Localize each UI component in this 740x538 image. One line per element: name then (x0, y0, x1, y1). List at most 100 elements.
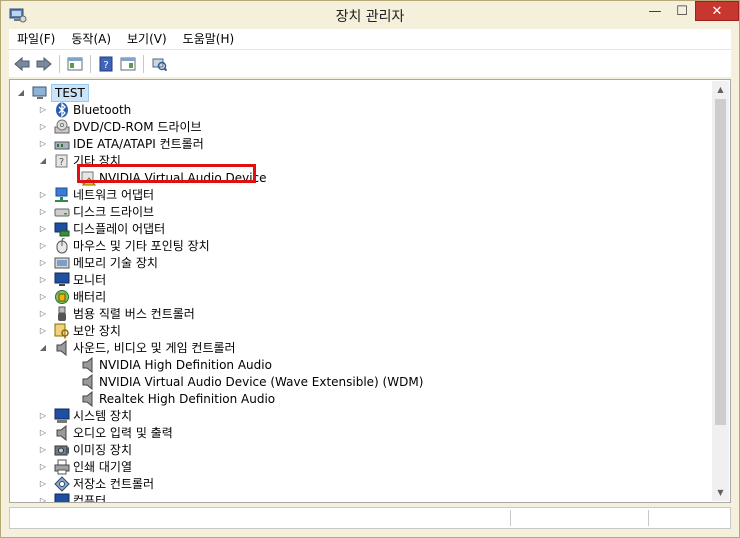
menu-action[interactable]: 동작(A) (63, 29, 119, 49)
tree-item-mice[interactable]: ▷ 마우스 및 기타 포인팅 장치 (38, 237, 210, 254)
help-icon[interactable]: ? (97, 55, 115, 73)
tree-item-system-devices[interactable]: ▷ 시스템 장치 (38, 407, 132, 424)
collapsed-arrow-icon[interactable]: ▷ (38, 428, 48, 438)
tree-item-label: Bluetooth (73, 102, 132, 117)
tree-item-label: 저장소 컨트롤러 (73, 476, 155, 491)
tree-item-audio-inputs-outputs[interactable]: ▷ 오디오 입력 및 출력 (38, 424, 173, 441)
security-key-icon (54, 323, 70, 339)
display-adapter-icon (54, 221, 70, 237)
tree-item-label: 시스템 장치 (73, 408, 133, 423)
computer-icon (54, 493, 70, 502)
menu-file[interactable]: 파일(F) (9, 29, 63, 49)
expanded-arrow-icon[interactable]: ◢ (16, 88, 26, 98)
tree-item-usb-controllers[interactable]: ▷ 범용 직렬 버스 컨트롤러 (38, 305, 195, 322)
tree-item-display-adapters[interactable]: ▷ 디스플레이 어댑터 (38, 220, 165, 237)
menu-bar: 파일(F) 동작(A) 보기(V) 도움말(H) (9, 29, 731, 49)
expanded-arrow-icon[interactable]: ◢ (38, 156, 48, 166)
tree-item-memory-technology-devices[interactable]: ▷ 메모리 기술 장치 (38, 254, 158, 271)
tree-item-dvd-cdrom[interactable]: ▷ DVD/CD-ROM 드라이브 (38, 118, 202, 135)
forward-arrow-icon[interactable] (35, 55, 53, 73)
tree-item-label: 인쇄 대기열 (73, 459, 133, 474)
tree-item-bluetooth[interactable]: ▷ Bluetooth (38, 101, 131, 118)
tree-item-disk-drives[interactable]: ▷ 디스크 드라이브 (38, 203, 154, 220)
ide-controller-icon (54, 136, 70, 152)
scroll-down-arrow-icon[interactable]: ▼ (712, 484, 729, 501)
collapsed-arrow-icon[interactable]: ▷ (38, 479, 48, 489)
toolbar: ? (9, 49, 731, 77)
tree-item-print-queues[interactable]: ▷ 인쇄 대기열 (38, 458, 132, 475)
window-title: 장치 관리자 (335, 9, 405, 25)
tree-item-monitors[interactable]: ▷ 모니터 (38, 271, 106, 288)
status-divider (510, 510, 511, 526)
title-bar[interactable]: 장치 관리자 — ☐ ✕ (1, 1, 739, 31)
collapsed-arrow-icon[interactable]: ▷ (38, 462, 48, 472)
tree-item-realtek-hd-audio[interactable]: Realtek High Definition Audio (64, 390, 275, 407)
tree-item-label: 보안 장치 (73, 323, 121, 338)
collapsed-arrow-icon[interactable]: ▷ (38, 275, 48, 285)
tree-item-security-devices[interactable]: ▷ 보안 장치 (38, 322, 121, 339)
tree-item-label: 범용 직렬 버스 컨트롤러 (73, 306, 195, 321)
tree-root[interactable]: ◢ TEST (16, 83, 89, 102)
collapsed-arrow-icon[interactable]: ▷ (38, 190, 48, 200)
monitor-icon (54, 272, 70, 288)
scrollbar-thumb[interactable] (715, 99, 726, 425)
tree-item-label: 모니터 (73, 272, 107, 287)
properties-icon[interactable] (119, 55, 137, 73)
status-divider (648, 510, 649, 526)
collapsed-arrow-icon[interactable]: ▷ (38, 258, 48, 268)
vertical-scrollbar[interactable]: ▲ ▼ (712, 81, 729, 501)
svg-text:?: ? (103, 60, 108, 71)
collapsed-arrow-icon[interactable]: ▷ (38, 224, 48, 234)
tree-item-network-adapters[interactable]: ▷ 네트워크 어댑터 (38, 186, 154, 203)
usb-icon (54, 306, 70, 322)
collapsed-arrow-icon[interactable]: ▷ (38, 445, 48, 455)
collapsed-arrow-icon[interactable]: ▷ (38, 122, 48, 132)
minimize-button[interactable]: — (641, 1, 669, 21)
toolbar-separator (59, 54, 60, 73)
toolbar-separator (143, 54, 144, 73)
collapsed-arrow-icon[interactable]: ▷ (38, 139, 48, 149)
memory-icon (54, 255, 70, 271)
expanded-arrow-icon[interactable]: ◢ (38, 343, 48, 353)
menu-view[interactable]: 보기(V) (119, 29, 175, 49)
speaker-icon (80, 390, 96, 407)
device-manager-window: 장치 관리자 — ☐ ✕ 파일(F) 동작(A) 보기(V) 도움말(H) ? (0, 0, 740, 538)
collapsed-arrow-icon[interactable]: ▷ (38, 496, 48, 502)
tree-item-ide-ata[interactable]: ▷ IDE ATA/ATAPI 컨트롤러 (38, 135, 204, 152)
scroll-up-arrow-icon[interactable]: ▲ (712, 81, 729, 98)
tree-item-label: 네트워크 어댑터 (73, 187, 155, 202)
collapsed-arrow-icon[interactable]: ▷ (38, 241, 48, 251)
scan-hardware-icon[interactable] (150, 55, 168, 73)
tree-item-nvidia-virtual-audio-wdm[interactable]: NVIDIA Virtual Audio Device (Wave Extens… (64, 373, 423, 390)
show-hide-console-tree-icon[interactable] (66, 55, 84, 73)
status-bar (9, 507, 731, 529)
collapsed-arrow-icon[interactable]: ▷ (38, 207, 48, 217)
tree-item-label: 디스플레이 어댑터 (73, 221, 166, 236)
tree-item-label: DVD/CD-ROM 드라이브 (73, 119, 202, 134)
tree-item-label: NVIDIA High Definition Audio (99, 357, 272, 372)
printer-icon (54, 459, 70, 475)
audio-io-icon (54, 424, 70, 441)
bluetooth-icon (54, 101, 70, 118)
tree-item-imaging-devices[interactable]: ▷ 이미징 장치 (38, 441, 132, 458)
back-arrow-icon[interactable] (13, 55, 31, 73)
close-button[interactable]: ✕ (695, 1, 739, 21)
tree-item-label: 이미징 장치 (73, 442, 133, 457)
computer-icon (32, 85, 48, 101)
speaker-icon (80, 373, 96, 390)
menu-help[interactable]: 도움말(H) (175, 29, 243, 49)
tree-item-label: 마우스 및 기타 포인팅 장치 (73, 238, 210, 253)
tree-item-sound-video-game-controllers[interactable]: ◢ 사운드, 비디오 및 게임 컨트롤러 (38, 339, 236, 356)
maximize-button[interactable]: ☐ (669, 1, 695, 21)
collapsed-arrow-icon[interactable]: ▷ (38, 105, 48, 115)
collapsed-arrow-icon[interactable]: ▷ (38, 326, 48, 336)
collapsed-arrow-icon[interactable]: ▷ (38, 309, 48, 319)
tree-item-label: IDE ATA/ATAPI 컨트롤러 (73, 136, 204, 151)
tree-item-computer[interactable]: ▷ 컴퓨터 (38, 492, 106, 502)
collapsed-arrow-icon[interactable]: ▷ (38, 411, 48, 421)
tree-item-nvidia-hd-audio[interactable]: NVIDIA High Definition Audio (64, 356, 272, 373)
tree-item-label: 사운드, 비디오 및 게임 컨트롤러 (73, 340, 236, 355)
collapsed-arrow-icon[interactable]: ▷ (38, 292, 48, 302)
tree-item-batteries[interactable]: ▷ 배터리 (38, 288, 106, 305)
tree-item-storage-controllers[interactable]: ▷ 저장소 컨트롤러 (38, 475, 154, 492)
